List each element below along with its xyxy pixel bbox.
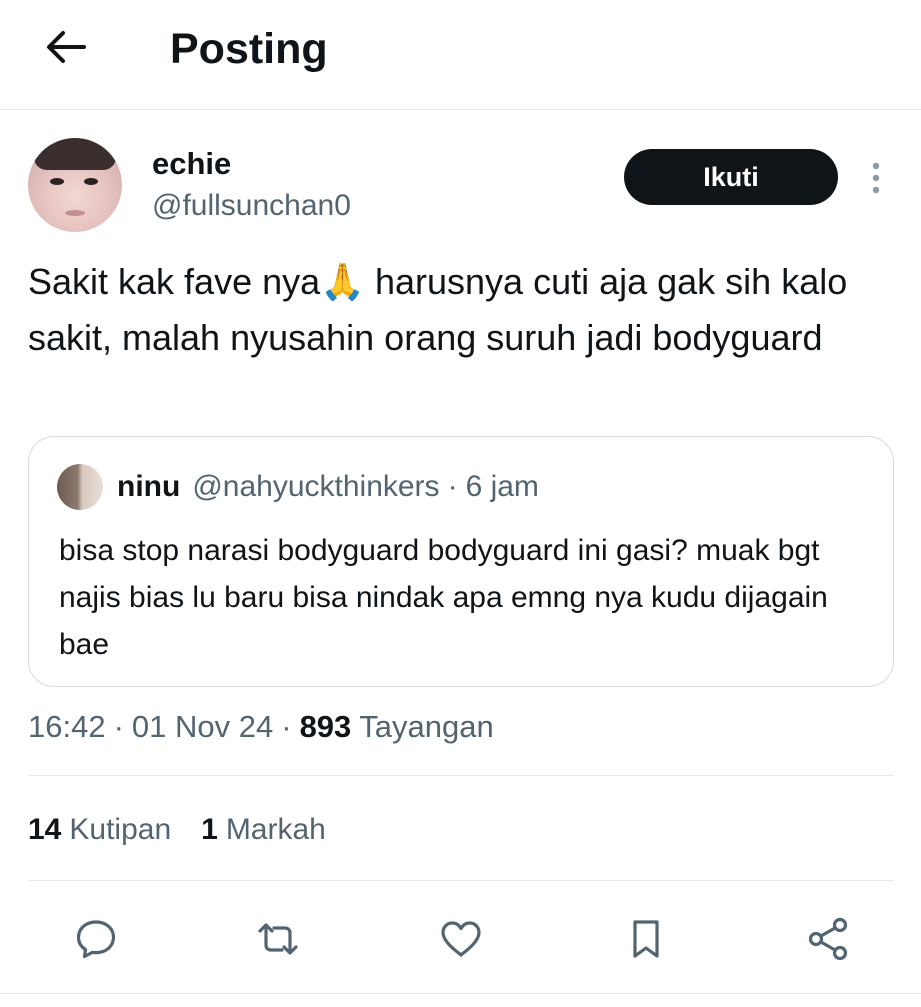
arrow-left-icon (47, 31, 86, 63)
bookmark-button[interactable] (620, 913, 672, 965)
retweet-button[interactable] (252, 913, 304, 965)
meta-separator: · (113, 709, 124, 744)
action-bar (0, 905, 921, 969)
tweet-time[interactable]: 16:42 (28, 709, 106, 745)
more-options-button[interactable] (864, 156, 888, 200)
quoted-tweet[interactable]: ninu @nahyuckthinkers · 6 jam bisa stop … (28, 436, 894, 687)
quotes-label: Kutipan (69, 813, 172, 846)
author-display-name[interactable]: echie (152, 144, 231, 184)
quoted-text: bisa stop narasi bodyguard bodyguard ini… (59, 534, 828, 661)
back-button[interactable] (38, 22, 94, 72)
views-label: Tayangan (359, 709, 494, 744)
like-icon (441, 921, 481, 957)
quoted-handle: @nahyuckthinkers (192, 470, 440, 503)
engagement-stats: 14 Kutipan 1 Markah (28, 808, 356, 852)
author-row: echie @fullsunchan0 Ikuti (28, 138, 898, 238)
top-bar: Posting (0, 0, 921, 110)
like-button[interactable] (435, 913, 487, 965)
divider (28, 775, 894, 776)
share-icon (808, 917, 848, 961)
meta-separator: · (281, 709, 292, 744)
page-title: Posting (170, 25, 328, 73)
avatar[interactable] (28, 138, 122, 232)
bookmarks-label: Markah (225, 813, 326, 846)
tweet-date[interactable]: 01 Nov 24 (132, 709, 273, 745)
views-count: 893 (299, 709, 352, 744)
quoted-separator: · (447, 470, 458, 503)
reply-icon (76, 920, 116, 959)
follow-button[interactable]: Ikuti (624, 149, 838, 205)
author-handle[interactable]: @fullsunchan0 (152, 186, 351, 226)
quotes-count: 14 (28, 813, 62, 846)
bookmarks-stat[interactable]: 1 Markah (201, 813, 326, 847)
bookmark-icon (633, 920, 659, 958)
tweet-text: Sakit kak fave nya🙏 harusnya cuti aja ga… (28, 261, 848, 358)
bottom-divider (0, 993, 921, 994)
more-vertical-icon (872, 162, 880, 194)
share-button[interactable] (802, 913, 854, 965)
bookmarks-count: 1 (201, 813, 218, 846)
quoted-display-name: ninu (117, 470, 181, 503)
retweet-icon (258, 923, 298, 955)
quotes-stat[interactable]: 14 Kutipan (28, 813, 171, 847)
quoted-header: ninu @nahyuckthinkers · 6 jam (117, 465, 539, 509)
reply-button[interactable] (70, 913, 122, 965)
quoted-avatar[interactable] (57, 464, 103, 510)
quoted-time: 6 jam (465, 470, 539, 503)
divider (28, 880, 894, 881)
tweet-meta: 16:42 · 01 Nov 24 · 893 Tayangan (28, 705, 494, 749)
